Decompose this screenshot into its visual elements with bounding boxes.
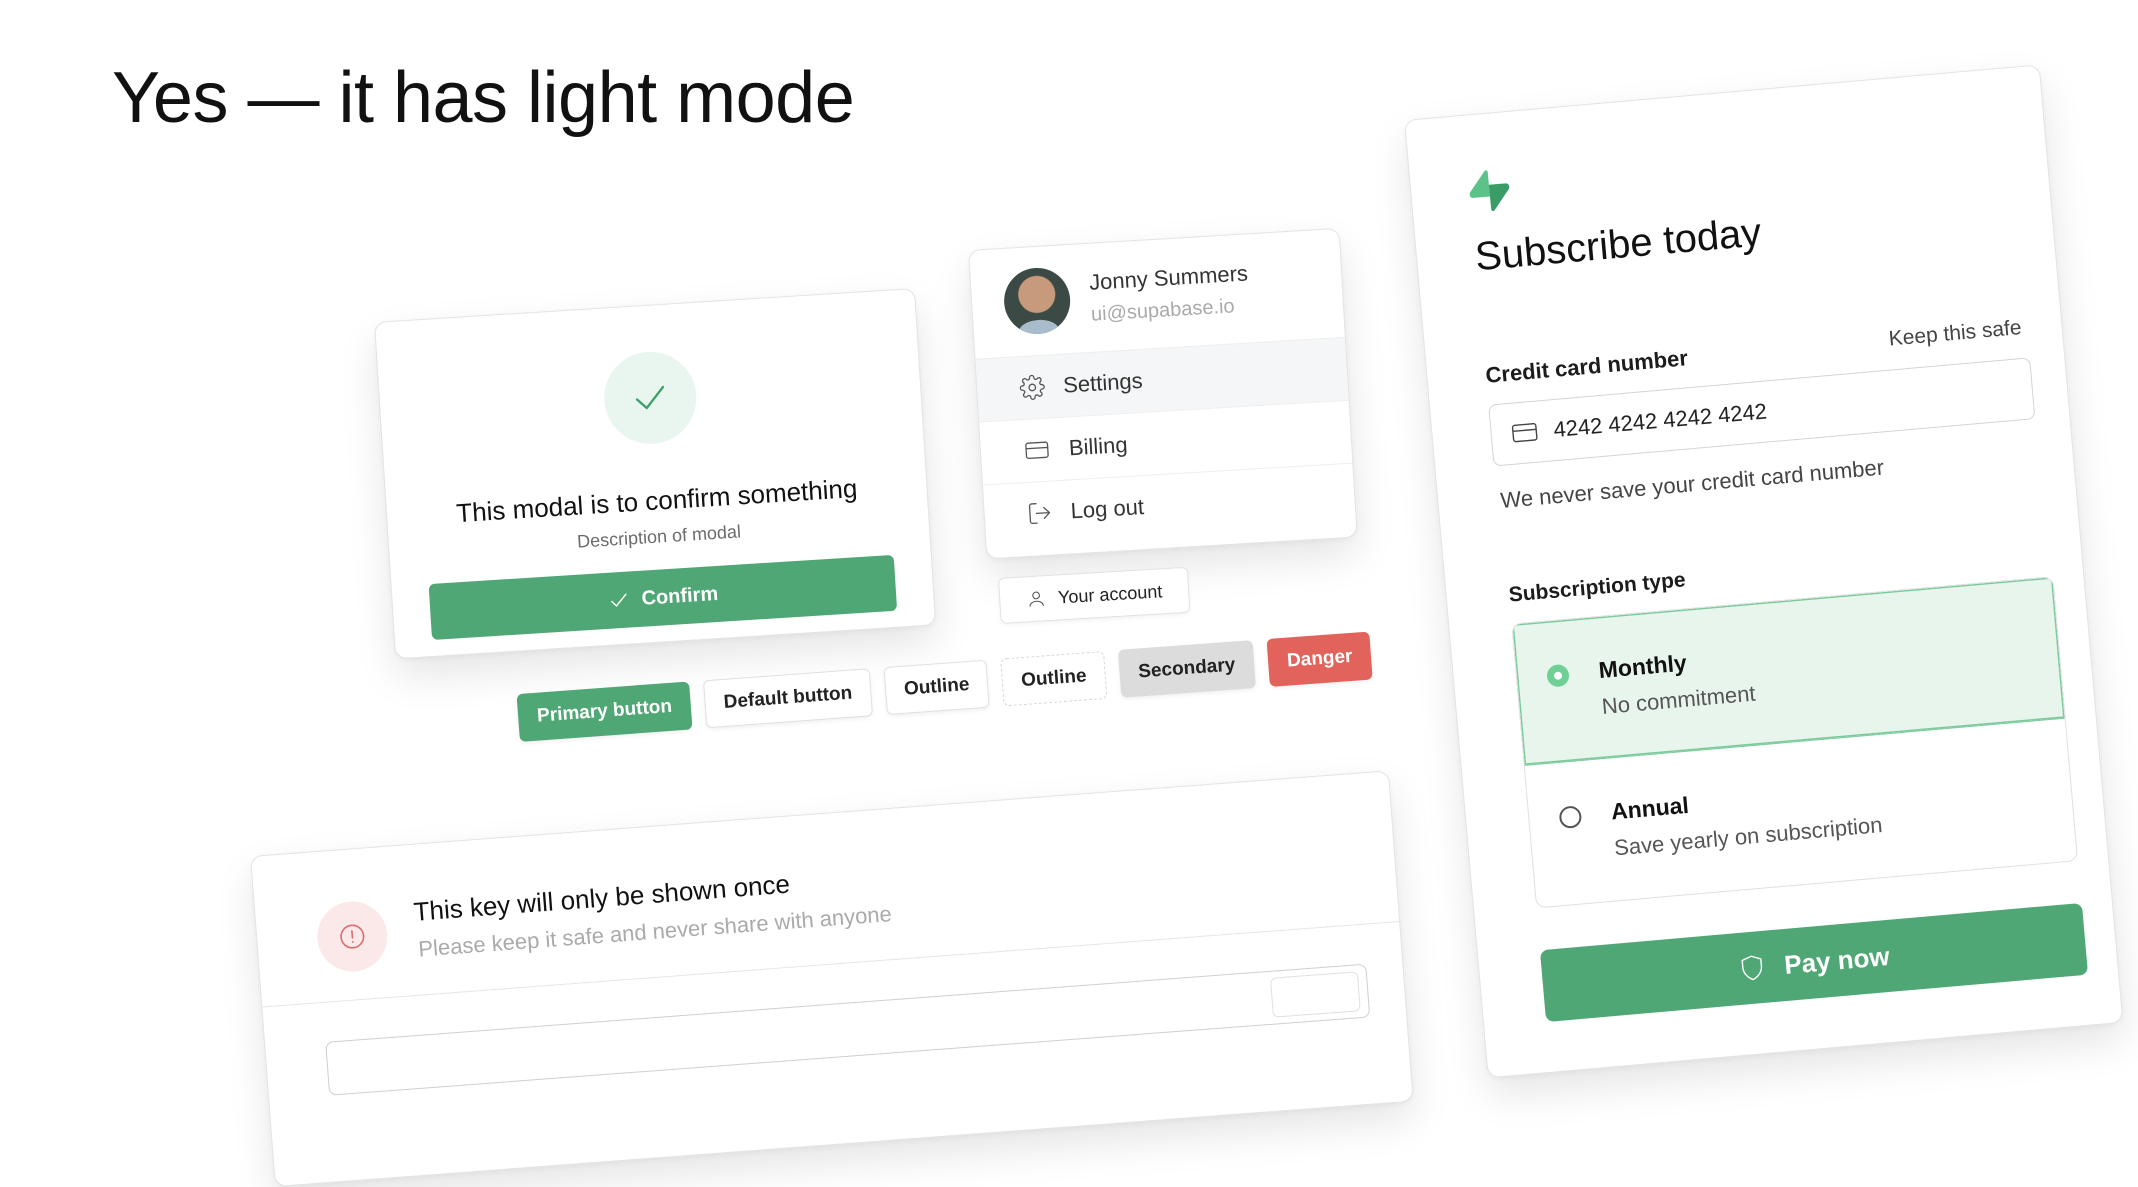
page-headline: Yes — it has light mode xyxy=(112,62,854,134)
credit-card-hint: Keep this safe xyxy=(1888,316,2023,352)
default-button[interactable]: Default button xyxy=(703,668,873,728)
credit-card-help: We never save your credit card number xyxy=(1499,455,1885,514)
outline-button[interactable]: Outline xyxy=(883,660,990,715)
credit-card-icon xyxy=(1022,436,1051,464)
user-email: ui@supabase.io xyxy=(1090,294,1250,326)
credit-card-label: Credit card number xyxy=(1484,345,1688,389)
avatar xyxy=(1002,266,1072,336)
pay-now-label: Pay now xyxy=(1783,940,1891,980)
secondary-button[interactable]: Secondary xyxy=(1118,640,1256,698)
your-account-button[interactable]: Your account xyxy=(998,567,1190,624)
gear-icon xyxy=(1019,374,1046,401)
logout-icon xyxy=(1026,499,1053,526)
subscribe-title: Subscribe today xyxy=(1473,210,1763,280)
shield-icon xyxy=(1737,952,1768,984)
primary-button[interactable]: Primary button xyxy=(516,681,692,742)
subscribe-card: Subscribe today Credit card number Keep … xyxy=(1404,64,2123,1078)
subscription-type-label: Subscription type xyxy=(1508,568,1687,607)
menu-item-label: Billing xyxy=(1068,432,1128,461)
copy-button[interactable] xyxy=(1270,971,1361,1017)
credit-card-value: 4242 4242 4242 4242 xyxy=(1552,399,1768,444)
credit-card-icon xyxy=(1509,417,1541,448)
confirm-modal: This modal is to confirm something Descr… xyxy=(374,288,936,659)
supabase-bolt-icon xyxy=(1468,168,1512,213)
option-description: No commitment xyxy=(1601,681,1757,720)
danger-button[interactable]: Danger xyxy=(1266,631,1373,686)
menu-item-label: Log out xyxy=(1070,494,1145,524)
check-icon xyxy=(629,377,671,419)
account-menu: Jonny Summers ui@supabase.io Settings Bi… xyxy=(968,228,1358,560)
user-icon xyxy=(1026,588,1047,609)
success-badge xyxy=(602,349,700,447)
radio-unselected[interactable] xyxy=(1558,805,1582,829)
subscription-options: Monthly No commitment Annual Save yearly… xyxy=(1511,576,2078,908)
button-showcase: Primary button Default button Outline Ou… xyxy=(516,631,1373,742)
your-account-label: Your account xyxy=(1057,581,1162,608)
alert-circle-icon xyxy=(336,920,368,952)
pay-now-button[interactable]: Pay now xyxy=(1540,903,2088,1022)
radio-selected[interactable] xyxy=(1546,664,1570,688)
confirm-button-label: Confirm xyxy=(641,582,719,610)
api-key-card: This key will only be shown once Please … xyxy=(250,770,1414,1187)
api-key-field[interactable] xyxy=(325,964,1370,1096)
menu-item-label: Settings xyxy=(1062,368,1143,399)
check-icon xyxy=(607,589,630,612)
warning-badge xyxy=(315,899,390,974)
outline-dashed-button[interactable]: Outline xyxy=(1001,651,1108,706)
confirm-button[interactable]: Confirm xyxy=(429,555,898,640)
option-title: Monthly xyxy=(1598,644,1754,684)
user-name: Jonny Summers xyxy=(1088,260,1248,295)
